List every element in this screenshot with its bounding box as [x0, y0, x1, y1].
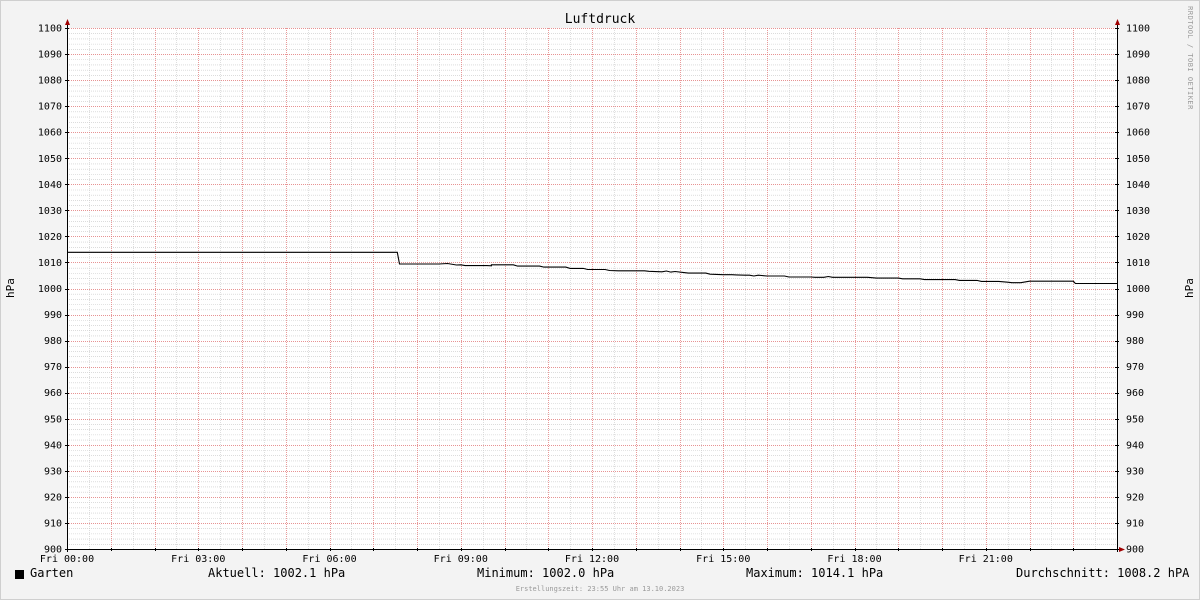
legend-minimum: Minimum: 1002.0 hPa [477, 566, 615, 580]
legend: Garten Aktuell: 1002.1 hPa Minimum: 1002… [0, 566, 1200, 584]
creation-time: Erstellungszeit: 23:55 Uhr am 13.10.2023 [515, 585, 685, 593]
y-tick-label-right: 1050 [1126, 154, 1150, 165]
y-axis-label-right: hPa [1183, 278, 1196, 298]
y-tick-label-left: 1090 [38, 50, 62, 61]
y-tick-label-left: 1000 [38, 284, 62, 295]
y-tick-label-left: 1010 [38, 258, 62, 269]
y-axis-arrow-right [1115, 19, 1120, 25]
legend-average: Durchschnitt: 1008.2 hPA [1016, 566, 1190, 580]
x-tick-label: Fri 09:00 [434, 554, 488, 565]
x-tick-label: Fri 18:00 [827, 554, 881, 565]
y-tick-label-left: 970 [44, 362, 62, 373]
y-tick-label-left: 1030 [38, 206, 62, 217]
y-tick-label-left: 920 [44, 492, 62, 503]
y-tick-label-right: 1000 [1126, 284, 1150, 295]
y-tick-label-right: 900 [1126, 545, 1144, 556]
y-tick-label-right: 1010 [1126, 258, 1150, 269]
x-tick-label: Fri 21:00 [959, 554, 1013, 565]
legend-maximum: Maximum: 1014.1 hPa [746, 566, 884, 580]
x-tick-label: Fri 06:00 [302, 554, 356, 565]
y-tick-label-right: 1030 [1126, 206, 1150, 217]
y-tick-label-right: 930 [1126, 466, 1144, 477]
x-tick-label: Fri 00:00 [40, 554, 94, 565]
x-tick-label: Fri 12:00 [565, 554, 619, 565]
y-tick-label-left: 1020 [38, 232, 62, 243]
y-tick-label-left: 1070 [38, 102, 62, 113]
y-tick-label-right: 990 [1126, 310, 1144, 321]
y-tick-label-left: 960 [44, 388, 62, 399]
y-tick-label-right: 1080 [1126, 76, 1150, 87]
y-tick-label-left: 910 [44, 518, 62, 529]
y-tick-label-left: 990 [44, 310, 62, 321]
y-tick-label-left: 1080 [38, 76, 62, 87]
y-tick-label-left: 1100 [38, 24, 62, 35]
y-tick-label-right: 980 [1126, 336, 1144, 347]
y-tick-label-right: 1020 [1126, 232, 1150, 243]
y-tick-label-right: 1040 [1126, 180, 1150, 191]
legend-current: Aktuell: 1002.1 hPa [208, 566, 346, 580]
pressure-chart: 900 900910 910920 920930 930940 940950 950960 9… [4, 6, 1196, 565]
watermark: RRDTOOL / TOBI OETIKER [1186, 6, 1194, 110]
y-tick-label-right: 940 [1126, 440, 1144, 451]
x-tick-label: Fri 03:00 [171, 554, 225, 565]
y-axis-arrow-left [65, 19, 70, 25]
chart-title: Luftdruck [565, 12, 636, 27]
y-tick-label-right: 1070 [1126, 102, 1150, 113]
y-axis-label-left: hPa [4, 278, 17, 298]
x-tick-label: Fri 15:00 [696, 554, 750, 565]
y-tick-label-left: 1040 [38, 180, 62, 191]
y-tick-label-left: 1060 [38, 128, 62, 139]
y-tick-label-right: 1100 [1126, 24, 1150, 35]
y-tick-label-left: 930 [44, 466, 62, 477]
y-tick-label-right: 960 [1126, 388, 1144, 399]
y-tick-label-right: 950 [1126, 414, 1144, 425]
y-tick-label-left: 1050 [38, 154, 62, 165]
x-axis-arrow [1119, 547, 1125, 552]
y-tick-label-right: 1090 [1126, 50, 1150, 61]
y-tick-label-left: 950 [44, 414, 62, 425]
y-tick-label-right: 920 [1126, 492, 1144, 503]
y-tick-label-left: 940 [44, 440, 62, 451]
y-tick-label-right: 970 [1126, 362, 1144, 373]
legend-series-name: Garten [30, 566, 74, 580]
y-tick-label-right: 910 [1126, 518, 1144, 529]
y-tick-label-left: 980 [44, 336, 62, 347]
y-tick-label-right: 1060 [1126, 128, 1150, 139]
